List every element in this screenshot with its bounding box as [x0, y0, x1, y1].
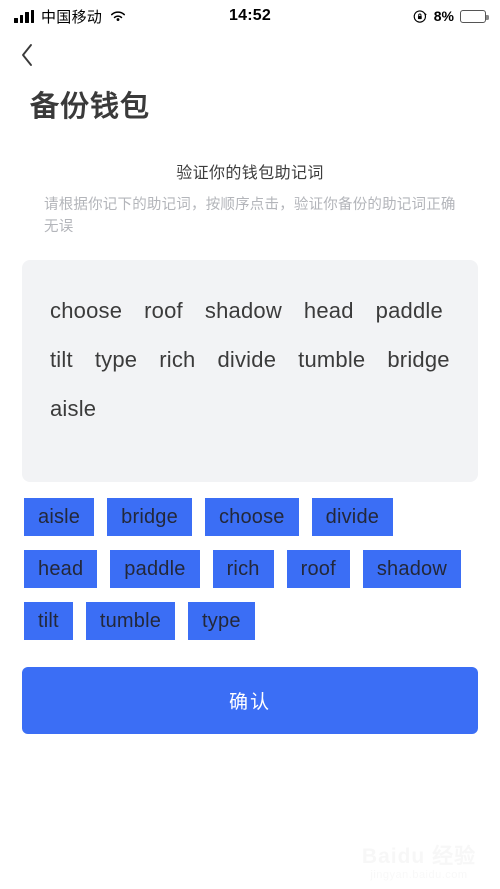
word-chip-list: aisle bridge choose divide head paddle rich roo…	[24, 498, 476, 641]
watermark-title: Baidu 经验	[361, 844, 477, 868]
page-title: 备份钱包	[30, 91, 151, 123]
rotation-lock-icon	[413, 9, 428, 24]
nav-bar	[0, 32, 500, 78]
selected-word[interactable]: rich	[159, 335, 195, 384]
status-bar: 中国移动 14:52 8%	[0, 0, 500, 32]
selected-word[interactable]: type	[95, 335, 137, 384]
word-chip[interactable]: divide	[311, 498, 394, 537]
word-chip[interactable]: aisle	[24, 498, 95, 537]
selected-word[interactable]: shadow	[205, 286, 282, 335]
word-chip[interactable]: head	[24, 550, 98, 589]
word-chip[interactable]: type	[188, 602, 255, 641]
phone-screen: 中国移动 14:52 8% 备份钱包 验证你的钱包助记词 请根据你记下的助记词，…	[0, 0, 500, 889]
signal-bars-icon	[14, 9, 34, 23]
selected-word[interactable]: choose	[50, 286, 122, 335]
selected-word-list: choose roof shadow head paddle tilt type rich di…	[50, 286, 450, 433]
watermark-url: jingyan.baidu.com	[370, 869, 468, 881]
selected-word[interactable]: tumble	[298, 335, 365, 384]
selected-word[interactable]: tilt	[50, 335, 73, 384]
word-chip[interactable]: tilt	[24, 602, 73, 641]
selected-word[interactable]: aisle	[50, 384, 96, 433]
back-button[interactable]	[20, 38, 50, 72]
selected-word[interactable]: bridge	[387, 335, 449, 384]
word-chip[interactable]: paddle	[110, 550, 200, 589]
section-subtitle: 验证你的钱包助记词	[176, 164, 324, 182]
watermark: Baidu 经验 jingyan.baidu.com	[346, 844, 492, 881]
confirm-button[interactable]: 确认	[22, 667, 478, 735]
word-chip[interactable]: bridge	[107, 498, 192, 537]
selected-mnemonic-panel: choose roof shadow head paddle tilt type rich di…	[22, 260, 478, 483]
word-chip[interactable]: shadow	[362, 550, 461, 589]
selected-word[interactable]: roof	[144, 286, 183, 335]
word-chip[interactable]: choose	[204, 498, 299, 537]
selected-word[interactable]: paddle	[376, 286, 443, 335]
instruction-text: 请根据你记下的助记词，按顺序点击，验证你备份的助记词正确无误	[44, 196, 456, 235]
selected-word[interactable]: divide	[217, 335, 276, 384]
word-chip[interactable]: roof	[286, 550, 350, 589]
word-chip[interactable]: tumble	[85, 602, 176, 641]
wifi-icon	[109, 9, 127, 23]
battery-icon	[460, 9, 489, 23]
back-chevron-icon	[22, 44, 32, 66]
selected-word[interactable]: head	[304, 286, 354, 335]
word-chip[interactable]: rich	[212, 550, 274, 589]
battery-percent-label: 8%	[433, 8, 454, 24]
carrier-label: 中国移动	[41, 8, 103, 26]
status-bar-right: 8%	[413, 8, 489, 24]
status-bar-left: 中国移动	[14, 6, 127, 27]
